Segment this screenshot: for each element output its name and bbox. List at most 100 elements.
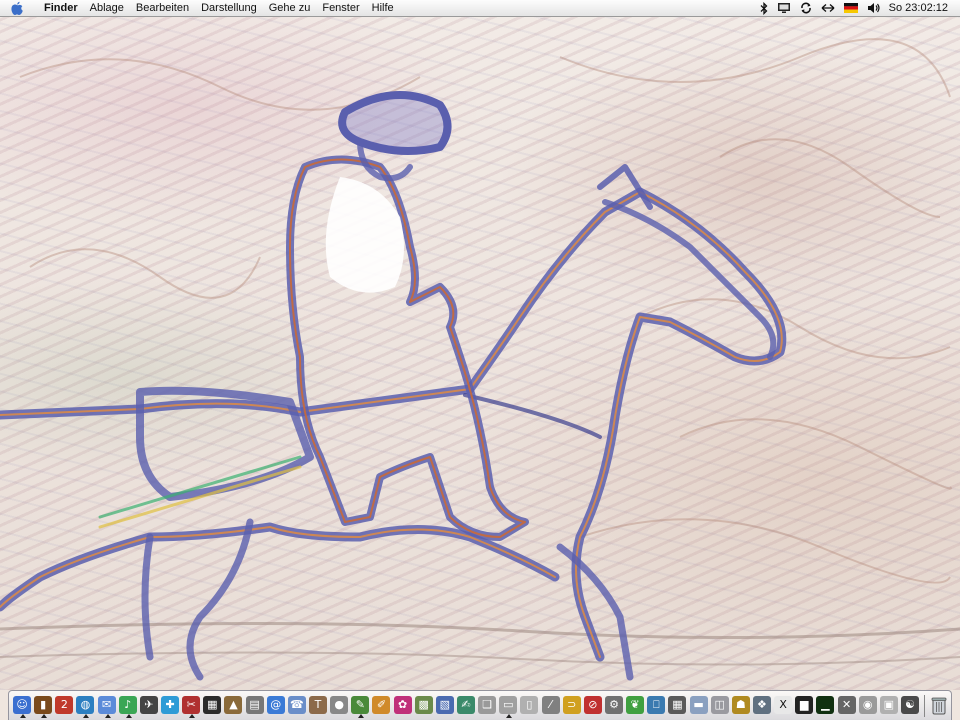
network-icon[interactable] [821, 0, 835, 16]
mail-icon: ✉ [97, 695, 116, 714]
utility-icon: ✕ [837, 695, 856, 714]
dock-ball[interactable]: ● [330, 694, 349, 718]
dock-flower[interactable]: ✿ [393, 694, 412, 718]
system-prefs-icon: ☯ [900, 695, 919, 714]
dock-mail[interactable]: ✉ [97, 694, 116, 718]
menu-extras: So 23:02:12 [760, 0, 960, 16]
dock-x11[interactable]: X [774, 694, 793, 718]
dock-globe[interactable]: ◍ [76, 694, 95, 718]
dock-activity-monitor[interactable]: ▁ [816, 694, 835, 718]
dock: ☺ ▮ 2 ◍ ✉ ♪ ✈ ✚ ✂ ▦ ▲ ▤ @ ☎ T ● ✎ ✐ ✿ ▩ ▧ ✍ ❑ ▭ ▯ ⁄ ⊃ ⊘ ⚙ ❦ ⎕ ▦ ▬ ◫ ☗ ❖ X ▆ ▁ ✕… [8, 690, 952, 720]
folder-icon: ▬ [689, 695, 708, 714]
dock-pencil[interactable]: ✎ [351, 694, 370, 718]
menu-fenster[interactable]: Fenster [316, 0, 365, 16]
menu-bar: Finder Ablage Bearbeiten Darstellung Geh… [0, 0, 960, 17]
brush-icon: ✐ [372, 695, 391, 714]
dock-preview[interactable]: ▣ [879, 694, 898, 718]
prohibited-icon: ⊘ [583, 695, 602, 714]
dock-prohibited[interactable]: ⊘ [583, 694, 602, 718]
sync-icon[interactable] [800, 0, 812, 16]
chart-icon: ▧ [435, 695, 454, 714]
burn-icon: ◉ [858, 695, 877, 714]
paper-icon: ▭ [499, 695, 518, 714]
dock-brush[interactable]: ✐ [372, 694, 391, 718]
x11-icon: X [774, 695, 793, 714]
tools-icon: ✈ [139, 695, 158, 714]
gear-icon: ⚙ [605, 695, 623, 714]
dock-calendar[interactable]: 2 [55, 694, 74, 718]
music-icon: ♪ [118, 695, 137, 714]
dock-printer[interactable]: ▤ [245, 694, 264, 718]
leaf-icon: ❦ [626, 695, 645, 714]
dock-film[interactable]: ▦ [203, 694, 222, 718]
key-icon: ⊃ [562, 695, 581, 714]
activity-monitor-icon: ▁ [816, 695, 835, 714]
dock-stamp[interactable]: T [309, 694, 328, 718]
dock-note[interactable]: ✍ [457, 694, 476, 718]
dock-system-prefs[interactable]: ☯ [900, 694, 919, 718]
dock-scissors[interactable]: ✂ [182, 694, 201, 718]
dock-paper[interactable]: ▭ [499, 694, 518, 718]
gears-icon: ❖ [752, 695, 771, 714]
menu-gehe-zu[interactable]: Gehe zu [263, 0, 317, 16]
feather-icon: ⁄ [541, 695, 560, 714]
dock-document[interactable]: ❑ [478, 694, 497, 718]
menu-darstellung[interactable]: Darstellung [195, 0, 263, 16]
dock-drop[interactable]: ✚ [161, 694, 180, 718]
document-icon: ❑ [478, 695, 497, 714]
dock-books[interactable]: ⎕ [647, 694, 666, 718]
dock-gear[interactable]: ⚙ [605, 694, 623, 718]
volume-icon[interactable] [867, 0, 880, 16]
book-icon: ▮ [34, 695, 53, 714]
finder-icon: ☺ [13, 695, 32, 714]
stamp-icon: T [309, 695, 328, 714]
dock-chart[interactable]: ▧ [435, 694, 454, 718]
dock-gears[interactable]: ❖ [752, 694, 771, 718]
apple-icon[interactable] [10, 0, 30, 16]
dock-chat[interactable]: ☎ [287, 694, 306, 718]
dock-tools[interactable]: ✈ [139, 694, 158, 718]
at-icon: @ [266, 695, 285, 714]
flower-icon: ✿ [393, 695, 412, 714]
dock-photo[interactable]: ▲ [224, 694, 243, 718]
clipboard-icon: ▯ [520, 695, 539, 714]
dock-terminal[interactable]: ▆ [795, 694, 814, 718]
dock-disk[interactable]: ◫ [710, 694, 729, 718]
dock-calculator[interactable]: ▦ [668, 694, 687, 718]
pencil-icon: ✎ [351, 695, 370, 714]
photo-icon: ▲ [224, 695, 243, 714]
dock-book[interactable]: ▮ [34, 694, 53, 718]
terminal-icon: ▆ [795, 695, 814, 714]
ball-icon: ● [330, 695, 349, 714]
flag-germany-icon[interactable] [843, 0, 858, 16]
dock-trash[interactable] [930, 694, 948, 718]
menu-ablage[interactable]: Ablage [84, 0, 130, 16]
dock-clipboard[interactable]: ▯ [520, 694, 539, 718]
menu-clock[interactable]: So 23:02:12 [889, 2, 948, 14]
menu-bearbeiten[interactable]: Bearbeiten [130, 0, 195, 16]
puzzle-icon: ▩ [414, 695, 433, 714]
dock-at[interactable]: @ [266, 694, 285, 718]
dock-finder[interactable]: ☺ [13, 694, 32, 718]
menu-finder[interactable]: Finder [38, 0, 84, 16]
dock-leaf[interactable]: ❦ [626, 694, 645, 718]
hat-icon: ☗ [731, 695, 750, 714]
dock-burn[interactable]: ◉ [858, 694, 877, 718]
dock-utility[interactable]: ✕ [837, 694, 856, 718]
chat-icon: ☎ [287, 695, 306, 714]
dock-divider [924, 694, 925, 717]
dock-puzzle[interactable]: ▩ [414, 694, 433, 718]
dock-hat[interactable]: ☗ [731, 694, 750, 718]
dock-folder[interactable]: ▬ [689, 694, 708, 718]
dock-feather[interactable]: ⁄ [541, 694, 560, 718]
bluetooth-icon[interactable] [760, 0, 768, 16]
display-icon[interactable] [777, 0, 791, 16]
books-icon: ⎕ [647, 695, 666, 714]
globe-icon: ◍ [76, 695, 95, 714]
preview-icon: ▣ [879, 695, 898, 714]
disk-icon: ◫ [710, 695, 729, 714]
dock-music[interactable]: ♪ [118, 694, 137, 718]
drop-icon: ✚ [161, 695, 180, 714]
menu-hilfe[interactable]: Hilfe [366, 0, 400, 16]
dock-key[interactable]: ⊃ [562, 694, 581, 718]
